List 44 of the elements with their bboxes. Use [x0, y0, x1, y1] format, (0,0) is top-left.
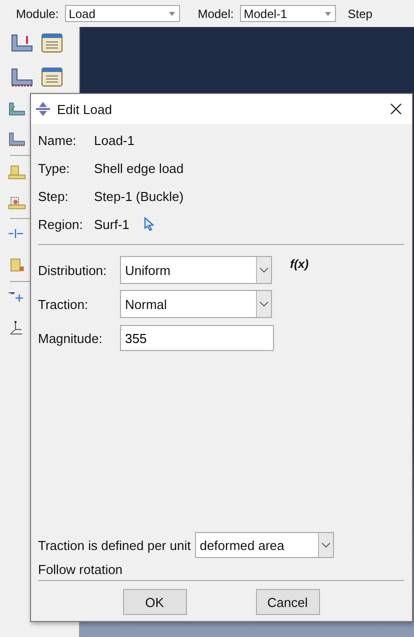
info-value: Step-1 (Buckle)	[94, 188, 184, 204]
dropdown[interactable]: Uniform	[120, 256, 272, 284]
chevron-icon	[320, 542, 331, 548]
info-value: Load-1	[94, 132, 134, 148]
chevron-icon	[259, 301, 269, 307]
dialog-title: Edit Load	[57, 102, 113, 116]
info-value: Surf-1	[94, 216, 130, 232]
field-label: Traction:	[38, 296, 90, 312]
block-icon[interactable]	[8, 164, 26, 180]
dialog-button[interactable]: OK	[122, 589, 186, 615]
block-icon[interactable]	[8, 194, 26, 210]
step-label: Step	[348, 6, 372, 20]
caret-icon	[168, 10, 176, 18]
follow-rotation-label: Follow rotation	[38, 562, 124, 577]
close-button[interactable]	[388, 101, 404, 117]
info-label: Type:	[38, 160, 71, 176]
model-dropdown[interactable]: Model-1	[240, 5, 336, 22]
unit-label: Traction is defined per unit	[38, 538, 191, 552]
field-tool-icon[interactable]	[8, 101, 26, 117]
magnitude-field[interactable]: 355	[120, 325, 274, 351]
info-label: Step:	[38, 188, 70, 204]
load-tool-icon[interactable]	[10, 33, 34, 53]
info-label: Region:	[38, 216, 84, 232]
dropdown[interactable]: Normal	[120, 290, 272, 318]
manager-icon[interactable]	[40, 67, 64, 87]
field-label: Magnitude:	[38, 330, 104, 346]
info-label: Name:	[38, 132, 78, 148]
manager-icon[interactable]	[40, 33, 64, 53]
field-label: Distribution:	[38, 262, 108, 278]
model-label: Model:	[198, 6, 234, 20]
function-button[interactable]: f(x)	[290, 257, 309, 271]
info-value: Shell edge load	[94, 160, 184, 176]
module-label: Module:	[16, 6, 59, 20]
boundary-tool-icon[interactable]	[10, 67, 34, 87]
chevron-icon	[259, 267, 269, 273]
dialog-button[interactable]: Cancel	[256, 589, 320, 615]
boundary-tool-icon[interactable]	[8, 131, 26, 147]
select-cursor-icon[interactable]	[143, 217, 156, 231]
unit-dropdown[interactable]: deformed area	[194, 532, 334, 558]
cube-icon[interactable]	[8, 257, 26, 273]
caret-icon	[324, 10, 332, 18]
close-icon	[390, 103, 402, 115]
arrows-icon	[35, 101, 51, 117]
module-dropdown[interactable]: Load	[64, 5, 180, 22]
